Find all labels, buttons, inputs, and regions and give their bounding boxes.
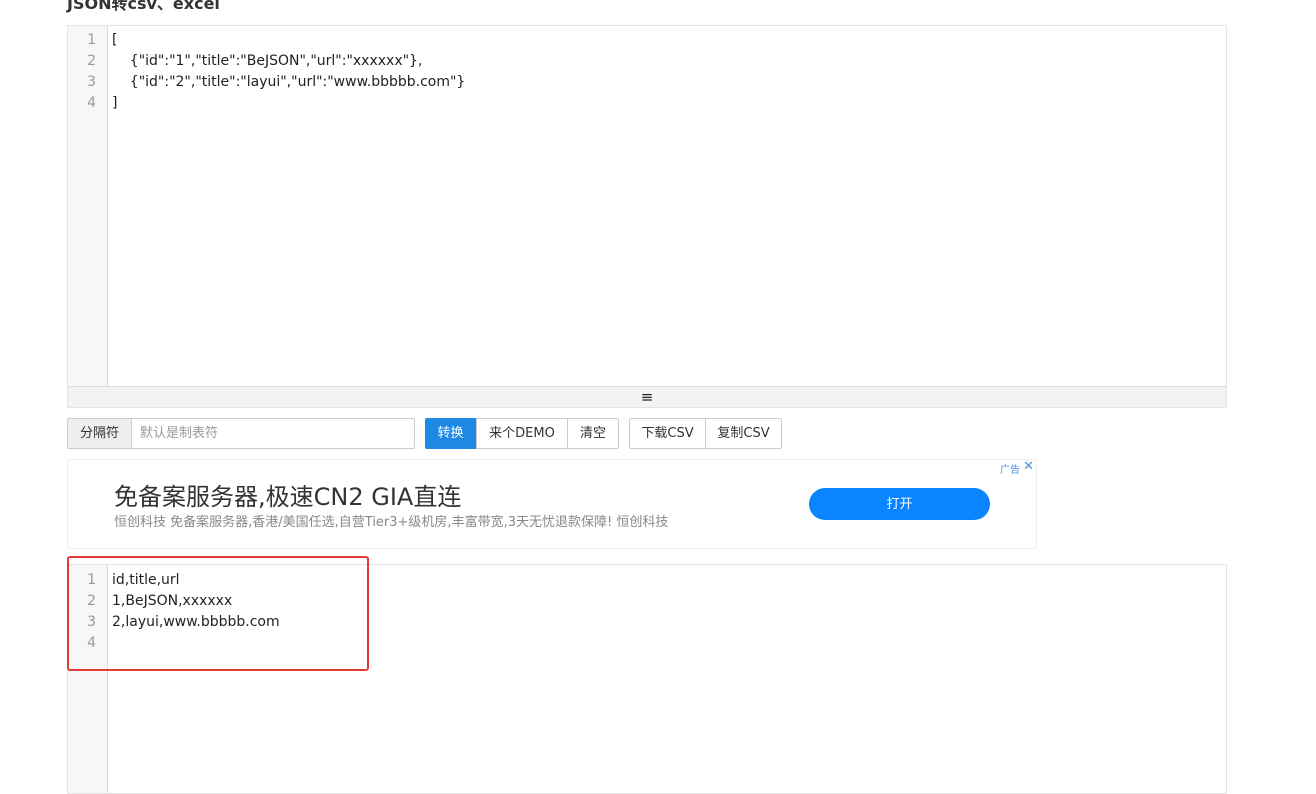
separator-label: 分隔符 (67, 418, 131, 449)
ad-banner[interactable]: 免备案服务器,极速CN2 GIA直连 恒创科技 免备案服务器,香港/美国任选,自… (67, 459, 1037, 549)
json-input-editor[interactable]: 1 2 3 4 [ {"id":"1","title":"BeJSON","ur… (67, 25, 1227, 408)
ad-tag[interactable]: 广告 (1000, 461, 1020, 476)
demo-button[interactable]: 来个DEMO (476, 418, 568, 449)
line-numbers: 1 2 3 4 (87, 32, 96, 111)
page-title: JSON转csv、excel (67, 0, 220, 13)
clear-button[interactable]: 清空 (567, 418, 619, 449)
csv-output-text[interactable]: id,title,url 1,BeJSON,xxxxxx 2,layui,www… (112, 570, 1216, 633)
separator-input[interactable] (131, 418, 415, 449)
line-number-gutter: 1 2 3 4 (68, 565, 108, 793)
csv-output-editor[interactable]: 1 2 3 4 id,title,url 1,BeJSON,xxxxxx 2,l… (67, 564, 1227, 794)
json-input-text[interactable]: [ {"id":"1","title":"BeJSON","url":"xxxx… (112, 30, 1216, 114)
ad-headline[interactable]: 免备案服务器,极速CN2 GIA直连 (114, 477, 461, 512)
editor-resize-handle[interactable]: ≡ (68, 386, 1226, 407)
line-number-gutter: 1 2 3 4 (68, 26, 108, 386)
download-csv-button[interactable]: 下载CSV (629, 418, 706, 449)
copy-csv-button[interactable]: 复制CSV (705, 418, 782, 449)
ad-description[interactable]: 恒创科技 免备案服务器,香港/美国任选,自营Tier3+级机房,丰富带宽,3天无… (114, 511, 668, 530)
close-icon[interactable]: ✕ (1023, 459, 1034, 474)
line-numbers: 1 2 3 4 (87, 572, 96, 651)
ad-open-button[interactable]: 打开 (809, 488, 990, 520)
convert-button[interactable]: 转换 (425, 418, 476, 449)
